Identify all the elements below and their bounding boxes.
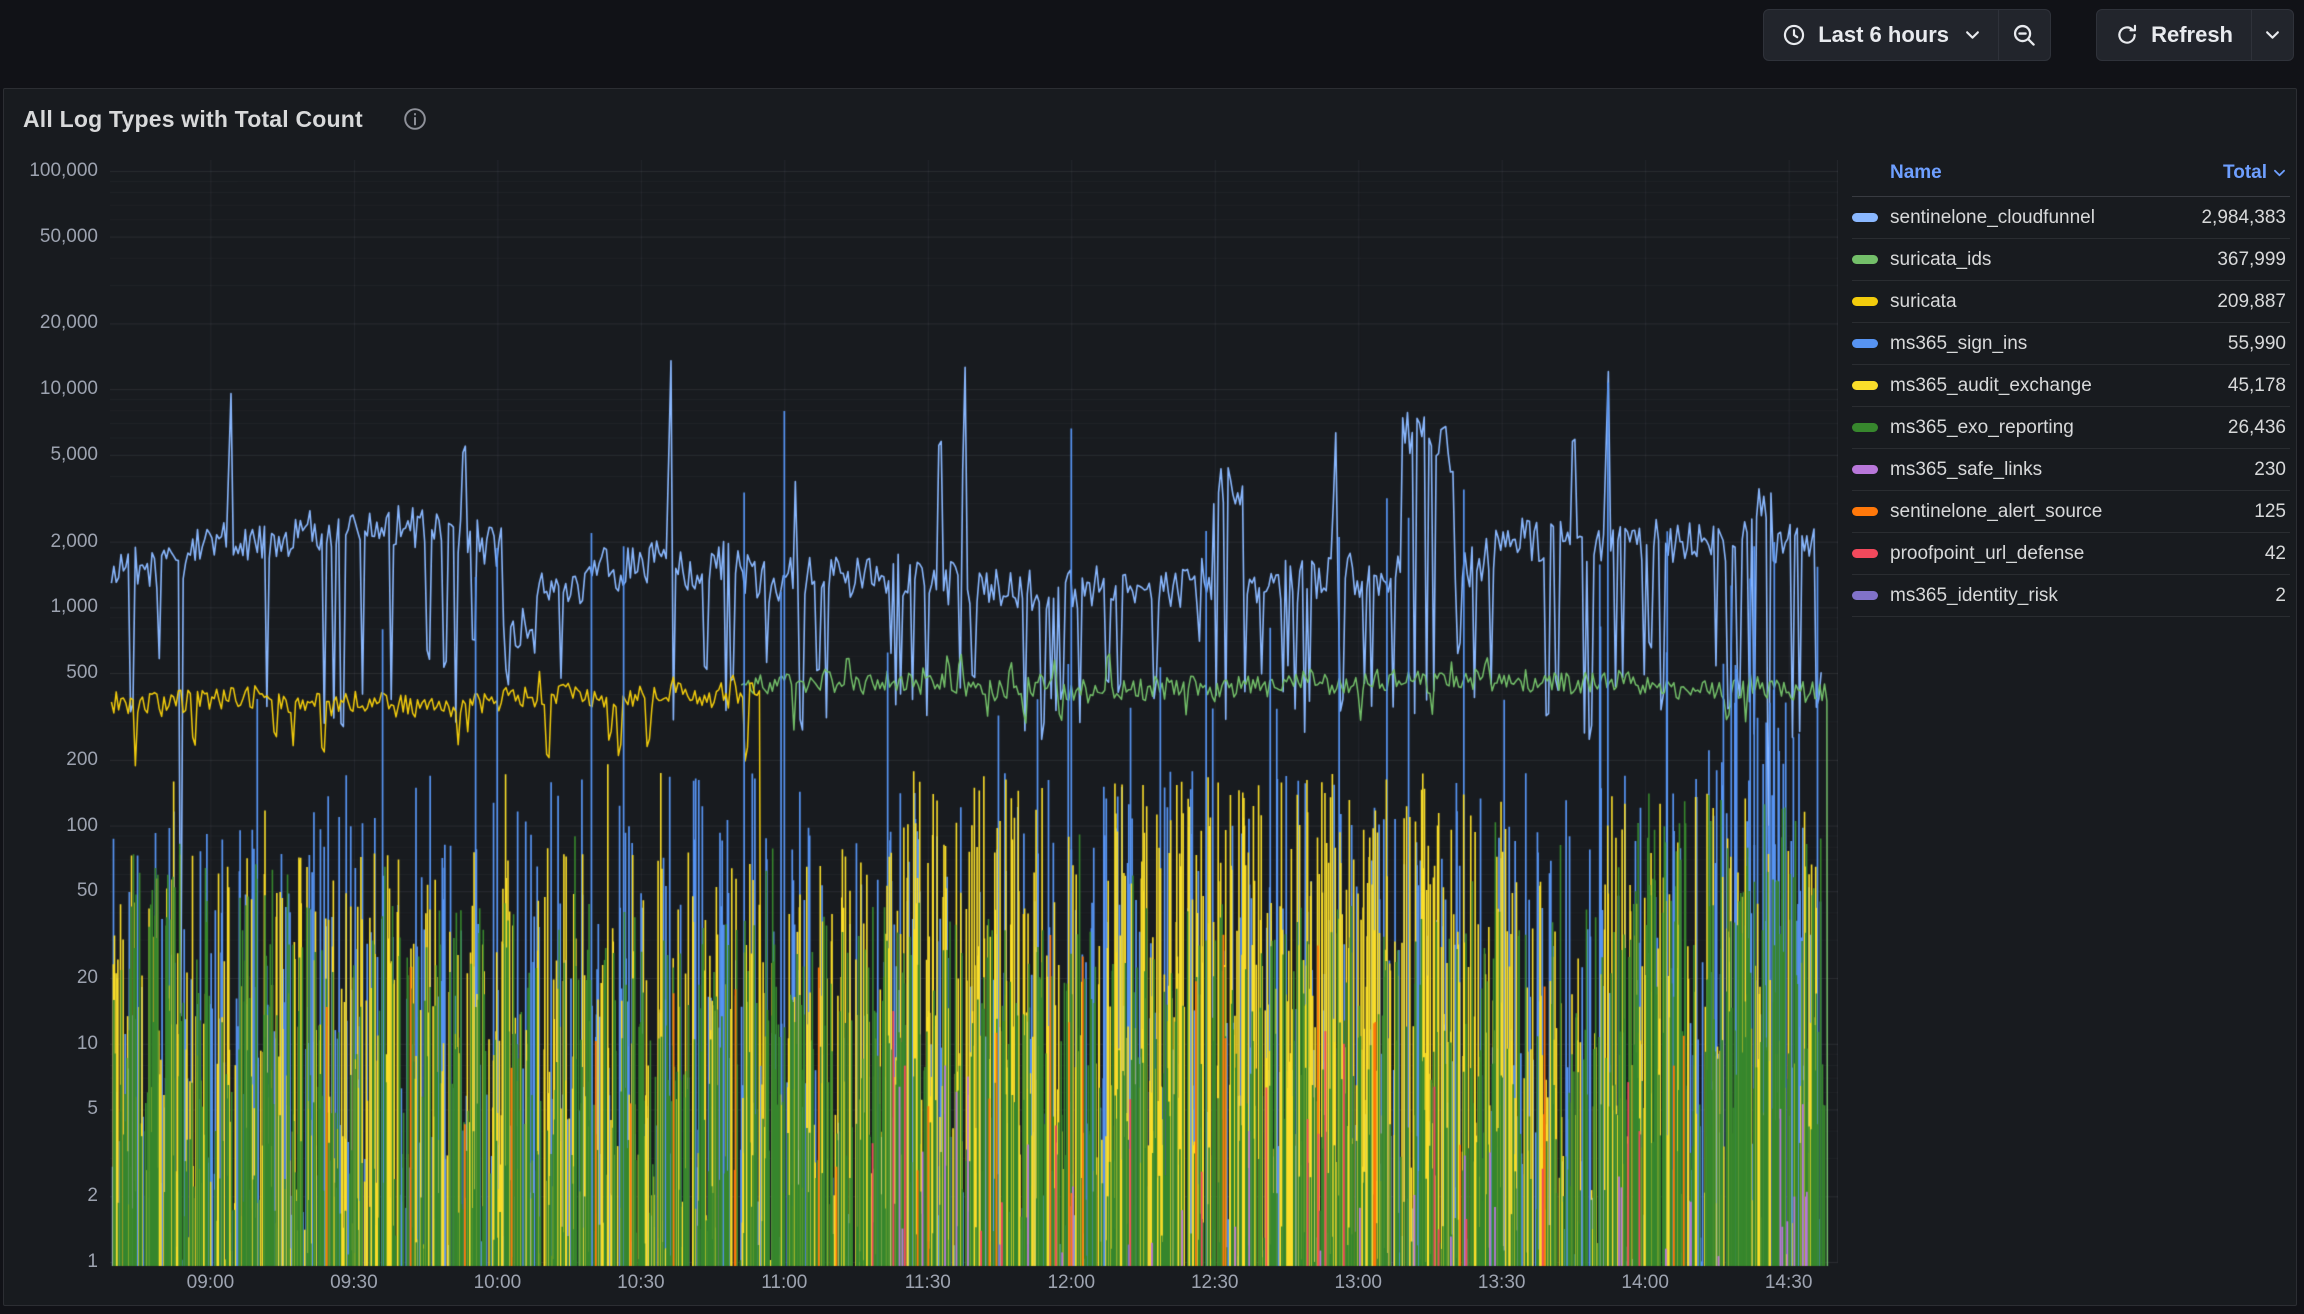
x-tick-label: 09:30	[304, 1272, 404, 1294]
series-total: 209,887	[2217, 291, 2290, 313]
legend-row[interactable]: suricata_ids 367,999	[1852, 239, 2290, 281]
series-color-swatch[interactable]	[1852, 591, 1878, 600]
series-total: 2,984,383	[2201, 207, 2290, 229]
y-tick-label: 20	[0, 967, 98, 989]
chevron-down-icon	[2265, 29, 2280, 41]
legend-row[interactable]: proofpoint_url_defense 42	[1852, 533, 2290, 575]
series-color-swatch[interactable]	[1852, 381, 1878, 390]
legend-row[interactable]: ms365_audit_exchange 45,178	[1852, 365, 2290, 407]
legend-row[interactable]: sentinelone_cloudfunnel 2,984,383	[1852, 197, 2290, 239]
panel-title[interactable]: All Log Types with Total Count	[23, 106, 363, 133]
legend-table: Name Total sentinelone_cloudfunnel 2,984,…	[1852, 150, 2290, 617]
x-tick-label: 14:30	[1739, 1272, 1839, 1294]
legend-name-header[interactable]: Name	[1890, 162, 1942, 184]
legend-total-header-label: Total	[2223, 162, 2267, 184]
legend-row[interactable]: suricata 209,887	[1852, 281, 2290, 323]
clock-icon	[1782, 23, 1806, 47]
x-tick-label: 14:00	[1595, 1272, 1695, 1294]
dashboard-toolbar: Last 6 hours Refresh	[0, 0, 2304, 88]
refresh-icon	[2115, 23, 2139, 47]
x-tick-label: 11:30	[878, 1272, 978, 1294]
legend-row[interactable]: ms365_safe_links 230	[1852, 449, 2290, 491]
series-name[interactable]: ms365_identity_risk	[1890, 585, 2058, 607]
series-color-swatch[interactable]	[1852, 465, 1878, 474]
y-tick-label: 500	[0, 662, 98, 684]
x-tick-label: 12:30	[1165, 1272, 1265, 1294]
y-tick-label: 5,000	[0, 444, 98, 466]
series-total: 45,178	[2228, 375, 2290, 397]
x-tick-label: 09:00	[160, 1272, 260, 1294]
x-tick-label: 10:00	[447, 1272, 547, 1294]
series-total: 55,990	[2228, 333, 2290, 355]
zoom-out-icon	[2012, 23, 2037, 48]
time-range-label: Last 6 hours	[1818, 22, 1949, 48]
time-series-plot[interactable]	[110, 160, 1838, 1268]
series-name[interactable]: ms365_audit_exchange	[1890, 375, 2092, 397]
time-range-picker-button[interactable]: Last 6 hours	[1764, 10, 1998, 60]
y-tick-label: 1,000	[0, 596, 98, 618]
y-tick-label: 100,000	[0, 160, 98, 182]
legend-total-header[interactable]: Total	[2223, 162, 2290, 184]
refresh-interval-button[interactable]	[2251, 10, 2293, 60]
panel-info-icon[interactable]	[403, 107, 427, 136]
grafana-dashboard: { "topbar": { "time_range_label": "Last …	[0, 0, 2304, 1314]
y-tick-label: 100	[0, 815, 98, 837]
y-tick-label: 5	[0, 1098, 98, 1120]
series-color-swatch[interactable]	[1852, 423, 1878, 432]
series-total: 230	[2254, 459, 2290, 481]
refresh-label: Refresh	[2151, 22, 2233, 48]
x-tick-label: 13:30	[1452, 1272, 1552, 1294]
series-total: 367,999	[2217, 249, 2290, 271]
y-tick-label: 20,000	[0, 312, 98, 334]
y-tick-label: 2,000	[0, 531, 98, 553]
y-tick-label: 50,000	[0, 226, 98, 248]
series-color-swatch[interactable]	[1852, 213, 1878, 222]
refresh-group: Refresh	[2096, 9, 2294, 61]
series-total: 26,436	[2228, 417, 2290, 439]
series-total: 42	[2265, 543, 2290, 565]
series-total: 125	[2254, 501, 2290, 523]
series-name[interactable]: ms365_sign_ins	[1890, 333, 2027, 355]
y-tick-label: 200	[0, 749, 98, 771]
series-color-swatch[interactable]	[1852, 339, 1878, 348]
x-tick-label: 11:00	[734, 1272, 834, 1294]
series-name[interactable]: ms365_safe_links	[1890, 459, 2042, 481]
x-tick-label: 10:30	[591, 1272, 691, 1294]
legend-header: Name Total	[1852, 150, 2290, 197]
y-tick-label: 10,000	[0, 378, 98, 400]
series-color-swatch[interactable]	[1852, 549, 1878, 558]
x-tick-label: 13:00	[1308, 1272, 1408, 1294]
legend-row[interactable]: ms365_identity_risk 2	[1852, 575, 2290, 617]
y-tick-label: 50	[0, 880, 98, 902]
refresh-button[interactable]: Refresh	[2097, 10, 2251, 60]
y-tick-label: 10	[0, 1033, 98, 1055]
series-name[interactable]: ms365_exo_reporting	[1890, 417, 2074, 439]
zoom-out-button[interactable]	[1998, 10, 2050, 60]
series-name[interactable]: suricata_ids	[1890, 249, 1991, 271]
series-color-swatch[interactable]	[1852, 255, 1878, 264]
series-name[interactable]: sentinelone_alert_source	[1890, 501, 2102, 523]
time-picker-group: Last 6 hours	[1763, 9, 2051, 61]
x-tick-label: 12:00	[1021, 1272, 1121, 1294]
legend-row[interactable]: sentinelone_alert_source 125	[1852, 491, 2290, 533]
legend-row[interactable]: ms365_sign_ins 55,990	[1852, 323, 2290, 365]
legend-row[interactable]: ms365_exo_reporting 26,436	[1852, 407, 2290, 449]
series-name[interactable]: suricata	[1890, 291, 1957, 313]
series-name[interactable]: proofpoint_url_defense	[1890, 543, 2084, 565]
y-tick-label: 2	[0, 1185, 98, 1207]
chevron-down-icon	[1965, 29, 1980, 41]
y-tick-label: 1	[0, 1251, 98, 1273]
series-color-swatch[interactable]	[1852, 507, 1878, 516]
series-color-swatch[interactable]	[1852, 297, 1878, 306]
sort-desc-icon	[2273, 168, 2286, 178]
series-name[interactable]: sentinelone_cloudfunnel	[1890, 207, 2095, 229]
series-total: 2	[2275, 585, 2290, 607]
